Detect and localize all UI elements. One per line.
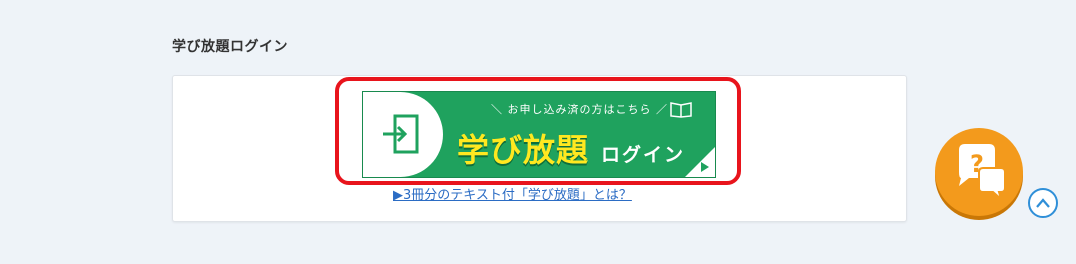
about-manabi-link[interactable]: ▶3冊分のテキスト付「学び放題」とは？ (393, 184, 632, 203)
svg-text:?: ? (970, 150, 984, 178)
banner-login-word: ログイン (601, 144, 686, 166)
login-icon (383, 114, 419, 154)
book-icon (670, 102, 692, 118)
section-title: 学び放題ログイン (172, 39, 288, 55)
banner-note: ＼ お申し込み済の方はこちら ／ (491, 103, 668, 116)
chevron-up-icon (1036, 198, 1050, 208)
scroll-to-top-button[interactable] (1028, 188, 1058, 218)
play-arrow-icon (701, 162, 709, 172)
manabi-login-banner[interactable]: ＼ お申し込み済の方はこちら ／ 学び放題 ログイン (362, 91, 716, 178)
banner-brand: 学び放題 (457, 131, 590, 169)
chat-question-icon: ? (959, 144, 1006, 202)
help-chat-button[interactable]: ? (935, 128, 1023, 216)
banner-corner (685, 147, 715, 177)
